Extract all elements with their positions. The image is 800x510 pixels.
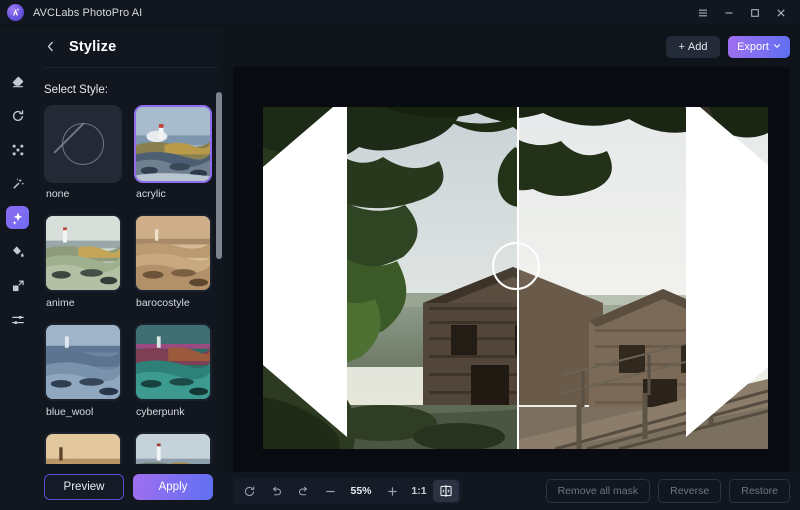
style-item-acrylic[interactable]: acrylic <box>134 105 212 208</box>
style-thumbnail[interactable] <box>134 432 212 464</box>
title-bar: AVCLabs PhotoPro AI <box>0 0 800 26</box>
arrow-right-icon <box>519 107 768 437</box>
style-label: none <box>46 188 70 200</box>
style-thumbnail[interactable] <box>134 105 212 183</box>
style-thumbnail[interactable] <box>44 432 122 464</box>
undo-icon[interactable] <box>263 480 289 502</box>
zoom-level-label: 55% <box>350 485 372 497</box>
resize-icon[interactable] <box>6 274 29 297</box>
zoom-in-button[interactable] <box>379 480 405 502</box>
preview-image[interactable] <box>263 107 768 449</box>
preview-button[interactable]: Preview <box>44 474 124 500</box>
style-item-barocostyle[interactable]: barocostyle <box>134 214 212 317</box>
style-thumbnail[interactable] <box>44 214 122 292</box>
add-button-label: Add <box>687 40 708 53</box>
style-thumbnail[interactable] <box>134 214 212 292</box>
style-label: acrylic <box>136 188 166 200</box>
no-style-icon <box>62 123 104 165</box>
add-button[interactable]: + Add <box>666 35 720 58</box>
magic-wand-icon[interactable] <box>6 172 29 195</box>
style-thumbnail[interactable] <box>134 323 212 401</box>
zoom-out-button[interactable] <box>317 480 343 502</box>
style-item-none[interactable]: none <box>44 105 122 208</box>
chevron-left-icon[interactable] <box>39 36 61 58</box>
style-item-7[interactable] <box>44 432 122 464</box>
work-area: + Add Export 55% 1:1 Remove all mask Rev… <box>223 26 800 510</box>
style-label: cyberpunk <box>136 406 185 418</box>
avclabs-logo-icon <box>7 4 24 21</box>
app-title: AVCLabs PhotoPro AI <box>33 6 143 19</box>
work-toolbar: + Add Export <box>223 26 800 67</box>
stylize-panel: Stylize Select Style: none acrylic anime… <box>35 26 223 510</box>
sliders-icon[interactable] <box>6 308 29 331</box>
style-item-cyberpunk[interactable]: cyberpunk <box>134 323 212 426</box>
reverse-button[interactable]: Reverse <box>658 479 722 503</box>
style-label: barocostyle <box>136 297 190 309</box>
style-label: blue_wool <box>46 406 94 418</box>
tool-rail <box>0 26 35 510</box>
split-compare-icon[interactable] <box>433 480 459 502</box>
plus-icon: + <box>678 40 685 53</box>
app-window: AVCLabs PhotoPro AI Stylize Select Style… <box>0 0 800 510</box>
panel-header: Stylize <box>35 26 223 67</box>
chevron-down-icon <box>773 41 781 53</box>
style-grid: none acrylic anime barocostyle blue_wool… <box>44 105 214 464</box>
style-label: anime <box>46 297 75 309</box>
style-list-scrollbar[interactable] <box>216 92 222 464</box>
page-title: Stylize <box>69 38 117 55</box>
style-item-anime[interactable]: anime <box>44 214 122 317</box>
maximize-icon[interactable] <box>742 1 768 25</box>
export-button-label: Export <box>737 40 769 53</box>
remove-all-mask-button[interactable]: Remove all mask <box>545 479 651 503</box>
compare-slider-handle[interactable] <box>263 107 768 437</box>
style-list[interactable]: none acrylic anime barocostyle blue_wool… <box>35 105 223 464</box>
select-style-label: Select Style: <box>44 84 108 96</box>
style-thumbnail[interactable] <box>44 323 122 401</box>
eraser-icon[interactable] <box>6 70 29 93</box>
restore-button[interactable]: Restore <box>729 479 790 503</box>
stylize-icon[interactable] <box>6 206 29 229</box>
panel-footer: Preview Apply <box>35 464 223 510</box>
redo-icon[interactable] <box>290 480 316 502</box>
style-thumbnail[interactable] <box>44 105 122 183</box>
close-icon[interactable] <box>768 1 794 25</box>
view-tool-group: 55% 1:1 <box>233 478 462 504</box>
style-item-8[interactable] <box>134 432 212 464</box>
refresh-enhance-icon[interactable] <box>6 104 29 127</box>
app-body: Stylize Select Style: none acrylic anime… <box>0 26 800 510</box>
export-button[interactable]: Export <box>728 35 790 58</box>
expand-corners-icon[interactable] <box>6 138 29 161</box>
image-canvas[interactable] <box>233 67 790 472</box>
paint-bucket-icon[interactable] <box>6 240 29 263</box>
scrollbar-thumb[interactable] <box>216 92 222 259</box>
bottom-toolbar: 55% 1:1 Remove all mask Reverse Restore <box>223 472 800 510</box>
style-item-blue-wool[interactable]: blue_wool <box>44 323 122 426</box>
hamburger-menu-icon[interactable] <box>690 1 716 25</box>
reset-rotate-icon[interactable] <box>236 480 262 502</box>
minimize-icon[interactable] <box>716 1 742 25</box>
apply-button[interactable]: Apply <box>133 474 213 500</box>
fit-ratio-button[interactable]: 1:1 <box>406 480 432 502</box>
arrow-left-icon <box>263 107 514 437</box>
